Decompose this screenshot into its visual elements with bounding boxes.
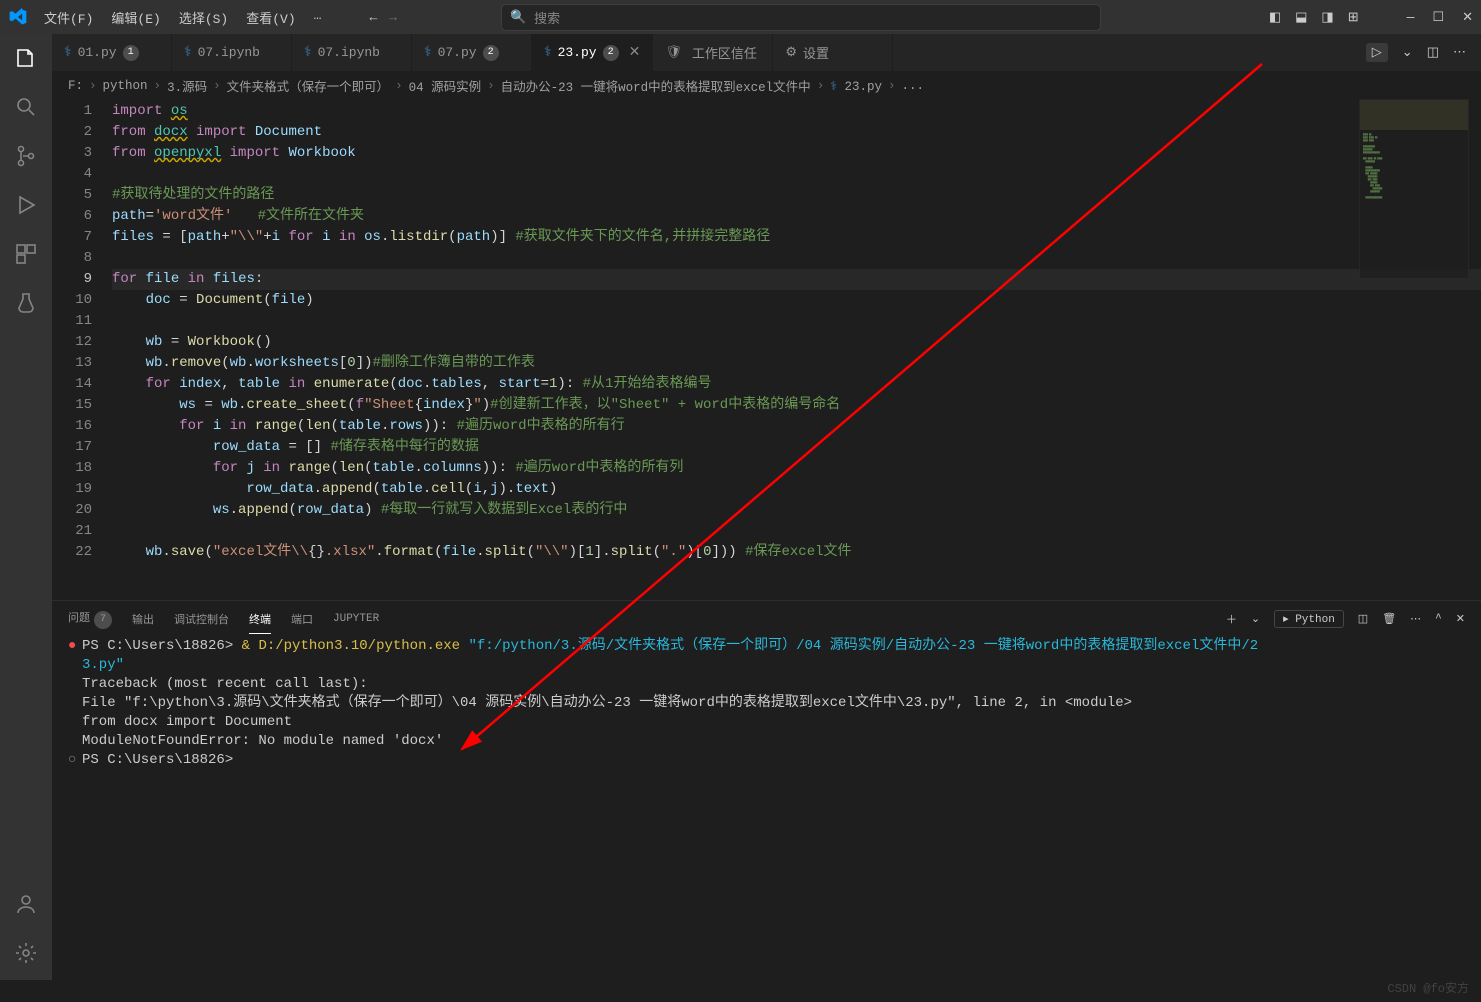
tab-label: 07.py — [438, 45, 477, 60]
breadcrumb-segment[interactable]: ⚕ 23.py — [830, 78, 882, 94]
terminal-output[interactable]: ●PS C:\Users\18826> & D:/python3.10/pyth… — [52, 637, 1481, 980]
breadcrumb-segment[interactable]: 3.源码 — [167, 76, 207, 95]
extensions-icon[interactable] — [14, 242, 38, 266]
close-icon[interactable]: ✕ — [1462, 10, 1473, 25]
tab-label: 工作区信任 — [692, 43, 757, 62]
maximize-icon[interactable]: ☐ — [1432, 10, 1444, 25]
panel-tabs: 问题7 输出 调试控制台 终端 端口 JUPYTER ＋ ⌄ ▸ Python … — [52, 601, 1481, 637]
split-terminal-icon[interactable]: ◫ — [1358, 612, 1368, 626]
breadcrumb-segment[interactable]: 自动办公-23 一键将word中的表格提取到excel文件中 — [501, 76, 811, 95]
close-panel-icon[interactable]: ✕ — [1456, 612, 1465, 626]
tabs-actions: ▷ ⌄ ◫ ⋯ — [1366, 34, 1481, 71]
gear-icon: ⚙ — [785, 45, 797, 60]
editor-tab[interactable]: ⚕ 07.ipynb — [292, 34, 412, 71]
panel-more-icon[interactable]: ⋯ — [1410, 612, 1421, 626]
python-icon: ⚕ — [544, 44, 552, 61]
tabs-bar: ⚕ 01.py 1 ⚕ 07.ipynb ⚕ 07.ipynb ⚕ 07.py 2 ⚕ 23.py 2 ✕… — [52, 34, 1481, 72]
command-center-search[interactable]: 🔍 搜索 — [501, 4, 1101, 31]
run-debug-icon[interactable] — [14, 193, 38, 217]
layout-grid-icon[interactable]: ⊞ — [1348, 10, 1359, 25]
breadcrumb-segment[interactable]: 文件夹格式（保存一个即可） — [227, 76, 390, 95]
breadcrumb-segment[interactable]: ... — [902, 79, 925, 93]
tab-label: 01.py — [78, 45, 117, 60]
line-gutter: 12345678910111213141516171819202122 — [52, 99, 112, 600]
tab-label: 07.ipynb — [318, 45, 380, 60]
menu-item[interactable]: … — [306, 4, 330, 31]
vscode-logo-icon — [8, 7, 28, 27]
breadcrumb-segment[interactable]: F: — [68, 79, 83, 93]
breadcrumbs[interactable]: F:›python›3.源码›文件夹格式（保存一个即可）›04 源码实例›自动办… — [52, 72, 1481, 99]
python-icon: ⚕ — [184, 44, 192, 61]
nav-back-icon[interactable]: ← — [369, 10, 377, 25]
shield-icon: 🛡 — [665, 45, 682, 60]
minimize-icon[interactable]: — — [1407, 10, 1415, 25]
tab-problems[interactable]: 问题7 — [68, 603, 112, 635]
tab-output[interactable]: 输出 — [132, 605, 154, 633]
layout-bottom-icon[interactable]: ⬓ — [1295, 10, 1307, 25]
account-icon[interactable] — [14, 892, 38, 916]
code-view[interactable]: import osfrom docx import Documentfrom o… — [112, 99, 1481, 600]
editor-tab[interactable]: ⚕ 07.py 2 — [412, 34, 532, 71]
explorer-icon[interactable] — [14, 46, 38, 70]
editor-tab[interactable]: ⚕ 23.py 2 ✕ — [532, 34, 653, 71]
tab-dirty-badge: 1 — [123, 45, 139, 61]
run-dropdown-icon[interactable]: ⌄ — [1402, 45, 1413, 60]
tab-ports[interactable]: 端口 — [291, 605, 313, 633]
testing-icon[interactable] — [14, 291, 38, 315]
activity-bar — [0, 34, 52, 980]
tab-debug-console[interactable]: 调试控制台 — [174, 605, 229, 633]
search-icon: 🔍 — [510, 10, 526, 25]
search-placeholder: 搜索 — [534, 8, 560, 27]
terminal-dropdown-icon[interactable]: ⌄ — [1251, 612, 1260, 626]
problems-count-badge: 7 — [94, 611, 112, 629]
editor-tab[interactable]: ⚙ 设置 — [773, 34, 893, 71]
maximize-panel-icon[interactable]: ^ — [1435, 613, 1442, 625]
source-control-icon[interactable] — [14, 144, 38, 168]
python-icon: ⚕ — [64, 44, 72, 61]
editor-tab[interactable]: ⚕ 01.py 1 — [52, 34, 172, 71]
new-terminal-icon[interactable]: ＋ — [1226, 611, 1237, 627]
python-icon: ⚕ — [424, 44, 432, 61]
menu-bar: 文件(F)编辑(E)选择(S)查看(V)… — [36, 4, 329, 31]
menu-item[interactable]: 查看(V) — [238, 4, 303, 31]
tab-dirty-badge: 2 — [483, 45, 499, 61]
tab-label: 23.py — [558, 45, 597, 60]
run-button-icon[interactable]: ▷ — [1366, 43, 1388, 62]
layout-right-icon[interactable]: ◨ — [1321, 10, 1333, 25]
search-icon[interactable] — [14, 95, 38, 119]
bottom-panel: 问题7 输出 调试控制台 终端 端口 JUPYTER ＋ ⌄ ▸ Python … — [52, 600, 1481, 980]
tab-label: 设置 — [803, 43, 829, 62]
menu-item[interactable]: 编辑(E) — [103, 4, 168, 31]
watermark: CSDN @fo安方 — [1387, 979, 1469, 996]
breadcrumb-segment[interactable]: 04 源码实例 — [409, 76, 482, 95]
tab-terminal[interactable]: 终端 — [249, 605, 271, 634]
tab-close-icon[interactable]: ✕ — [629, 44, 641, 61]
titlebar: 文件(F)编辑(E)选择(S)查看(V)… ← → 🔍 搜索 ◧ ⬓ ◨ ⊞ —… — [0, 0, 1481, 34]
menu-item[interactable]: 文件(F) — [36, 4, 101, 31]
editor-area: ⚕ 01.py 1 ⚕ 07.ipynb ⚕ 07.ipynb ⚕ 07.py 2 ⚕ 23.py 2 ✕… — [52, 34, 1481, 980]
kill-terminal-icon[interactable]: 🗑 — [1382, 612, 1396, 626]
tab-dirty-badge: 2 — [603, 45, 619, 61]
menu-item[interactable]: 选择(S) — [171, 4, 236, 31]
tab-jupyter[interactable]: JUPYTER — [333, 607, 379, 631]
tab-label: 07.ipynb — [198, 45, 260, 60]
editor-content[interactable]: 12345678910111213141516171819202122 impo… — [52, 99, 1481, 600]
settings-gear-icon[interactable] — [14, 941, 38, 965]
layout-left-icon[interactable]: ◧ — [1269, 10, 1281, 25]
nav-arrows: ← → — [369, 10, 397, 25]
terminal-type-label[interactable]: ▸ Python — [1274, 610, 1344, 628]
python-icon: ⚕ — [304, 44, 312, 61]
editor-tab[interactable]: 🛡 工作区信任 — [653, 34, 773, 71]
editor-tab[interactable]: ⚕ 07.ipynb — [172, 34, 292, 71]
nav-forward-icon[interactable]: → — [389, 10, 397, 25]
split-editor-icon[interactable]: ◫ — [1427, 45, 1439, 60]
more-actions-icon[interactable]: ⋯ — [1453, 45, 1466, 60]
breadcrumb-segment[interactable]: python — [103, 79, 148, 93]
minimap[interactable]: ████ ██████ ████ ██████ ████████████████… — [1359, 99, 1469, 279]
